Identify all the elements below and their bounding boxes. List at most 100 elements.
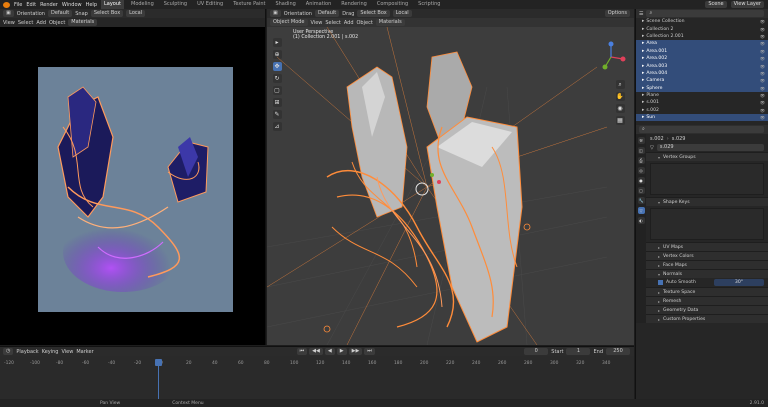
panel-shape-keys[interactable]: ▾ Shape Keys: [646, 197, 768, 207]
visibility-eye-icon[interactable]: 👁: [760, 19, 765, 24]
shape-keys-list[interactable]: [650, 208, 764, 241]
menu-add[interactable]: Add: [36, 20, 46, 26]
menu-select[interactable]: Select: [325, 20, 340, 26]
materials-dropdown[interactable]: Materials: [68, 19, 98, 26]
visibility-eye-icon[interactable]: 👁: [760, 41, 765, 46]
visibility-eye-icon[interactable]: 👁: [760, 86, 765, 91]
panel-face-maps[interactable]: ▸ Face Maps: [646, 260, 768, 270]
outliner-row[interactable]: ▸ Scene Collection 👁: [636, 18, 768, 25]
menu-view[interactable]: View: [3, 20, 15, 26]
perspective-toggle-icon[interactable]: ▦: [615, 116, 625, 125]
menu-object[interactable]: Object: [357, 20, 373, 26]
view-layer-selector[interactable]: View Layer: [730, 1, 764, 8]
outliner-row[interactable]: ▸ s.001 👁: [636, 99, 768, 106]
select-box-dropdown[interactable]: Select Box: [90, 10, 124, 17]
panel-vertex-colors[interactable]: ▸ Vertex Colors: [646, 251, 768, 261]
render-tab-icon[interactable]: ◫: [637, 147, 645, 155]
orientation-dropdown[interactable]: Default: [47, 10, 73, 17]
panel-normals[interactable]: ▾ Normals: [646, 269, 768, 279]
outliner-row[interactable]: ▸ Plane 👁: [636, 92, 768, 99]
camera-view-icon[interactable]: ◉: [615, 104, 625, 113]
options-dropdown[interactable]: Options: [604, 10, 630, 17]
menu-edit[interactable]: Edit: [26, 2, 36, 8]
tab-shading[interactable]: Shading: [272, 0, 298, 9]
editor-type-icon[interactable]: ▣: [3, 10, 14, 17]
panel-remesh[interactable]: ▸ Remesh: [646, 296, 768, 306]
visibility-eye-icon[interactable]: 👁: [760, 34, 765, 39]
visibility-eye-icon[interactable]: 👁: [760, 64, 765, 69]
visibility-eye-icon[interactable]: 👁: [760, 100, 765, 105]
panel-texture-space[interactable]: ▸ Texture Space: [646, 287, 768, 297]
3d-viewport[interactable]: ▣ Orientation Default Drag Select Box Lo…: [267, 9, 634, 345]
outliner-row[interactable]: ▸ Area.001 👁: [636, 47, 768, 55]
outliner-search-input[interactable]: ⌕: [646, 10, 764, 17]
modifier-tab-icon[interactable]: 🔧: [637, 197, 645, 205]
menu-window[interactable]: Window: [62, 2, 82, 8]
tab-compositing[interactable]: Compositing: [374, 0, 411, 9]
panel-custom-properties[interactable]: ▸ Custom Properties: [646, 314, 768, 324]
object-tab-icon[interactable]: ▢: [637, 187, 645, 195]
outliner-row[interactable]: ▸ Sphere 👁: [636, 84, 768, 92]
scene-selector[interactable]: Scene: [705, 1, 727, 8]
outliner-row[interactable]: ▸ Collection 2 👁: [636, 25, 768, 32]
world-tab-icon[interactable]: ●: [637, 177, 645, 185]
blender-logo-icon[interactable]: [3, 1, 10, 8]
visibility-eye-icon[interactable]: 👁: [760, 108, 765, 113]
outliner-filter-icon[interactable]: ☰: [639, 11, 643, 17]
visibility-eye-icon[interactable]: 👁: [760, 93, 765, 98]
zoom-icon[interactable]: ⌕: [615, 80, 625, 89]
panel-vertex-groups[interactable]: ▾ Vertex Groups: [646, 152, 768, 162]
menu-object[interactable]: Object: [49, 20, 65, 26]
menu-add[interactable]: Add: [344, 20, 354, 26]
editor-type-icon[interactable]: ▣: [270, 10, 281, 17]
outliner-row[interactable]: ▸ Camera 👁: [636, 77, 768, 85]
material-tab-icon[interactable]: ◐: [637, 217, 645, 225]
orientation-dropdown[interactable]: Default: [314, 10, 340, 17]
object-mode-dropdown[interactable]: Object Mode: [270, 19, 308, 26]
panel-uv-maps[interactable]: ▸ UV Maps: [646, 242, 768, 252]
tab-layout[interactable]: Layout: [101, 0, 124, 9]
output-tab-icon[interactable]: ⎙: [637, 157, 645, 165]
tab-uv-editing[interactable]: UV Editing: [194, 0, 226, 9]
visibility-eye-icon[interactable]: 👁: [760, 27, 765, 32]
tool-tab-icon[interactable]: ⚒: [637, 137, 645, 145]
tab-rendering[interactable]: Rendering: [338, 0, 370, 9]
outliner-row[interactable]: ▸ Area.004 👁: [636, 69, 768, 78]
snap-label[interactable]: Snap: [75, 11, 88, 17]
visibility-eye-icon[interactable]: 👁: [760, 78, 765, 83]
tab-sculpting[interactable]: Sculpting: [161, 0, 190, 9]
tab-texture-paint[interactable]: Texture Paint: [230, 0, 268, 9]
playhead[interactable]: [155, 359, 162, 366]
menu-select[interactable]: Select: [18, 20, 33, 26]
scene-tab-icon[interactable]: ◎: [637, 167, 645, 175]
menu-file[interactable]: File: [14, 2, 22, 8]
menu-help[interactable]: Help: [86, 2, 97, 8]
vertex-groups-list[interactable]: [650, 163, 764, 196]
tab-animation[interactable]: Animation: [303, 0, 335, 9]
tab-scripting[interactable]: Scripting: [415, 0, 443, 9]
drag-label[interactable]: Drag: [342, 11, 354, 17]
menu-view[interactable]: View: [311, 20, 323, 26]
mesh-data-field[interactable]: s.029: [656, 144, 764, 152]
outliner-row[interactable]: ▸ Area.002 👁: [636, 54, 768, 63]
timeline[interactable]: ◷ Playback Keying View Marker ⏮ ◀◀ ◀ ▶ ▶…: [0, 346, 634, 400]
visibility-eye-icon[interactable]: 👁: [760, 115, 765, 120]
frame-ruler[interactable]: -120-100-80-60-40-2002040608010012014016…: [0, 347, 634, 400]
auto-smooth-angle[interactable]: 30°: [714, 279, 764, 287]
select-box-dropdown[interactable]: Select Box: [357, 10, 390, 17]
auto-smooth-checkbox[interactable]: [658, 280, 663, 286]
outliner-row[interactable]: ▸ Sun 👁: [636, 114, 768, 122]
properties-search-input[interactable]: ⌕: [639, 126, 764, 134]
outliner-row[interactable]: ▸ Area 👁: [636, 40, 768, 48]
local-dropdown[interactable]: Local: [126, 10, 146, 17]
visibility-eye-icon[interactable]: 👁: [760, 56, 765, 61]
pan-hand-icon[interactable]: ✋: [615, 92, 625, 101]
menu-render[interactable]: Render: [40, 2, 58, 8]
outliner-row[interactable]: ▸ Collection 2.001 👁: [636, 33, 768, 40]
data-tab-icon[interactable]: ▽: [637, 207, 645, 215]
panel-geometry-data[interactable]: ▸ Geometry Data: [646, 305, 768, 315]
visibility-eye-icon[interactable]: 👁: [760, 49, 765, 54]
outliner-row[interactable]: ▸ Area.003 👁: [636, 62, 768, 70]
tab-modeling[interactable]: Modeling: [128, 0, 157, 9]
local-dropdown[interactable]: Local: [392, 10, 412, 17]
